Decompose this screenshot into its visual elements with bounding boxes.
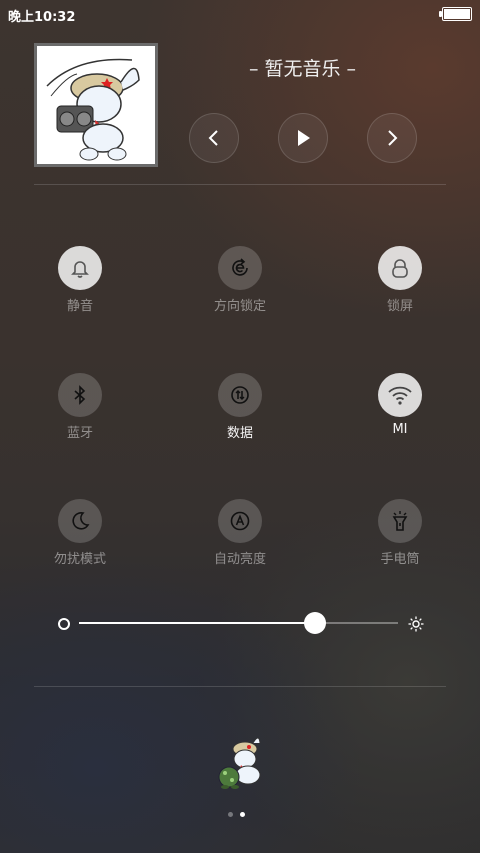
brightness-slider-fill	[79, 622, 316, 624]
toggle-mute[interactable]: 静音	[20, 246, 140, 314]
page-dot[interactable]	[228, 812, 233, 817]
album-art[interactable]	[37, 46, 155, 164]
divider	[34, 686, 446, 687]
next-icon	[388, 130, 398, 146]
status-bar: 晚上10:32	[0, 0, 480, 28]
brightness-low-icon	[58, 618, 70, 630]
play-icon	[298, 130, 310, 146]
toggle-label: 静音	[66, 299, 93, 314]
toggle-label: 勿扰模式	[53, 552, 106, 567]
toggle-wifi[interactable]: MI	[340, 373, 460, 437]
rabbit-radio-image	[37, 46, 155, 164]
brightness-high-icon	[408, 616, 424, 632]
bluetooth-icon	[58, 373, 102, 417]
lock-icon	[378, 246, 422, 290]
song-title: – 暂无音乐 –	[248, 58, 357, 80]
flashlight-icon	[378, 499, 422, 543]
page-dot-active[interactable]	[240, 812, 245, 817]
status-time: 晚上10:32	[8, 10, 76, 25]
toggle-lock-screen[interactable]: 锁屏	[340, 246, 460, 314]
auto-brightness-icon	[218, 499, 262, 543]
previous-icon	[208, 130, 218, 146]
previous-button[interactable]	[189, 113, 239, 163]
toggle-mobile-data[interactable]: 数据	[180, 373, 300, 441]
mascot-icon[interactable]	[215, 735, 265, 789]
toggle-label: 方向锁定	[213, 299, 266, 314]
toggle-label: 手电筒	[380, 552, 420, 567]
toggle-auto-brightness[interactable]: 自动亮度	[180, 499, 300, 567]
divider	[34, 184, 446, 185]
toggle-do-not-disturb[interactable]: 勿扰模式	[20, 499, 140, 567]
toggle-label: 自动亮度	[213, 552, 266, 567]
page-indicator	[228, 812, 245, 817]
mobile-data-icon	[218, 373, 262, 417]
brightness-slider-thumb[interactable]	[304, 612, 327, 634]
toggle-label: 锁屏	[386, 299, 413, 314]
next-button[interactable]	[367, 113, 417, 163]
rotation-lock-icon	[218, 246, 262, 290]
toggle-flashlight[interactable]: 手电筒	[340, 499, 460, 567]
moon-icon	[58, 499, 102, 543]
toggle-rotation-lock[interactable]: 方向锁定	[180, 246, 300, 314]
toggle-label: MI	[392, 422, 408, 437]
wifi-icon	[378, 373, 422, 417]
brightness-slider[interactable]	[79, 612, 398, 634]
battery-icon	[439, 7, 472, 21]
play-button[interactable]	[278, 113, 328, 163]
toggle-bluetooth[interactable]: 蓝牙	[20, 373, 140, 441]
toggle-label: 蓝牙	[66, 426, 93, 441]
toggle-label: 数据	[226, 426, 253, 441]
bell-icon	[58, 246, 102, 290]
